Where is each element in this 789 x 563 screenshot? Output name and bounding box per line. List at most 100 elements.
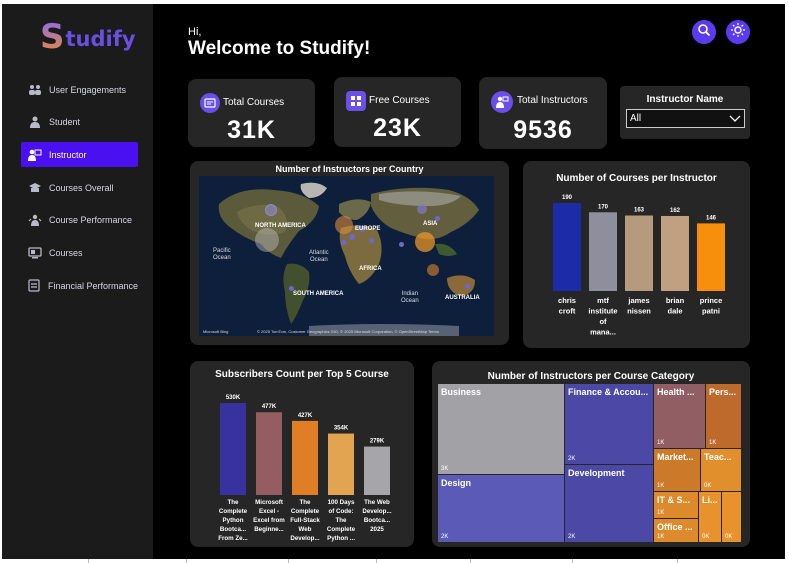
treemap-tile-value: 0K: [725, 534, 733, 540]
data-label: 530K: [226, 395, 241, 401]
treemap-tile[interactable]: Health ... 1K: [654, 384, 705, 448]
data-label: 162: [670, 208, 681, 214]
continent-label: ASIA: [423, 221, 438, 227]
treemap-tile-label: Market...: [657, 452, 694, 462]
graduation-cap-icon: [27, 181, 43, 195]
bar[interactable]: [697, 223, 725, 291]
sun-icon: [730, 22, 746, 43]
kpi-label: Free Courses: [369, 95, 430, 106]
student-icon: [27, 115, 43, 129]
courses-icon: [27, 246, 43, 260]
courses-per-instructor-card: Number of Courses per Instructor 190 chri…: [523, 161, 750, 348]
chevron-down-icon: [729, 115, 741, 123]
sidebar-item-user-engagements[interactable]: User Engagements: [21, 77, 138, 102]
bar[interactable]: [328, 433, 354, 495]
studify-logo: S tudify: [40, 19, 136, 55]
treemap-tile[interactable]: Pers... 1K: [706, 384, 741, 448]
subscribers-chart: 530K The Complete Python Bootca... From Ze...…: [218, 395, 392, 542]
sidebar-item-courses[interactable]: Courses: [21, 240, 138, 265]
bar[interactable]: [625, 215, 653, 291]
treemap-tile[interactable]: IT & S... 1K: [654, 492, 698, 518]
data-label: 354K: [334, 426, 349, 432]
treemap-tile[interactable]: Teac... 0K: [701, 449, 741, 491]
sidebar-item-student[interactable]: Student: [21, 109, 138, 134]
ruler-tick: [288, 559, 289, 563]
treemap-tile-value: 1K: [657, 510, 665, 516]
bar[interactable]: [661, 215, 689, 291]
bar[interactable]: [553, 203, 581, 291]
map-bubble[interactable]: [465, 284, 470, 289]
ruler-tick: [88, 559, 89, 563]
data-label: 190: [562, 195, 573, 201]
treemap-tile-label: Office ...: [657, 522, 693, 532]
treemap-tile[interactable]: Li... 0K: [699, 492, 721, 542]
sidebar-item-label: Course Performance: [49, 214, 133, 225]
map-bubble[interactable]: [417, 204, 427, 214]
treemap-tile-label: Pers...: [709, 387, 737, 397]
map-bubble[interactable]: [369, 238, 374, 243]
continent-label: NORTH AMERICA: [255, 223, 306, 229]
category-label: The Complete Full-Stack Web Develop...: [290, 499, 320, 542]
sidebar-item-course-performance[interactable]: Course Performance: [21, 207, 138, 232]
map-bubble[interactable]: [415, 232, 435, 252]
bar[interactable]: [256, 412, 282, 495]
treemap-tile-value: 0K: [702, 534, 710, 540]
treemap-tile[interactable]: Office ... 1K: [654, 519, 698, 542]
treemap-tile-label: Teac...: [704, 452, 732, 462]
sidebar-item-financial-performance[interactable]: Financial Performance: [21, 273, 138, 298]
treemap-tile-label: Development: [568, 468, 625, 478]
treemap-tile[interactable]: Business 3K: [438, 384, 564, 474]
treemap-tile-label: Business: [441, 387, 482, 397]
bar[interactable]: [589, 212, 617, 291]
map-title: Number of Instructors per Country: [275, 164, 424, 174]
treemap-tile-label: Health ...: [657, 387, 695, 397]
continent-label: EUROPE: [355, 226, 381, 232]
sidebar-item-courses-overall[interactable]: Courses Overall: [21, 175, 138, 200]
treemap-tile[interactable]: Design 2K: [438, 475, 564, 542]
kpi-total-courses: Total Courses 31K: [188, 79, 315, 147]
search-icon: [697, 23, 711, 42]
instructor-name-slicer: Instructor Name All: [620, 86, 750, 139]
bar[interactable]: [292, 420, 318, 495]
treemap-tile-value: 3K: [441, 466, 449, 472]
bar[interactable]: [364, 446, 390, 495]
treemap-tile[interactable]: Development 2K: [565, 465, 653, 542]
bar[interactable]: [220, 403, 246, 495]
dropdown-value: All: [630, 113, 642, 124]
data-label: 477K: [262, 404, 277, 410]
map-bubble[interactable]: [399, 242, 404, 247]
sidebar-item-instructor[interactable]: Instructor: [21, 142, 138, 167]
map-bubble[interactable]: [427, 264, 439, 276]
treemap-tile-value: 2K: [568, 534, 576, 540]
chart-title: Number of Instructors per Course Categor…: [487, 371, 695, 382]
theme-toggle-button[interactable]: [726, 20, 750, 44]
search-button[interactable]: [692, 20, 716, 44]
treemap-tile[interactable]: Market... 1K: [654, 449, 700, 491]
continent-label: AUSTRALIA: [445, 295, 480, 301]
slicer-title: Instructor Name: [646, 94, 724, 105]
treemap-tile[interactable]: 0K: [722, 492, 741, 542]
ruler-tick: [677, 559, 678, 563]
kpi-value: 23K: [373, 114, 422, 142]
ruler-tick: [376, 559, 377, 563]
map-bubble[interactable]: [335, 216, 353, 234]
treemap-tile-label: Li...: [702, 495, 718, 505]
kpi-label: Total Instructors: [517, 95, 588, 106]
map-bubble[interactable]: [255, 228, 279, 252]
category-label: chris croft: [558, 296, 576, 316]
continent-label: SOUTH AMERICA: [293, 291, 344, 297]
category-label: The Web Develop... Bootca... 2025: [362, 499, 392, 533]
treemap-tile[interactable]: Finance & Accou... 2K: [565, 384, 653, 464]
instructor-name-dropdown[interactable]: All: [626, 109, 745, 128]
treemap-tile-value: 1K: [657, 440, 665, 446]
instructor-icon: [491, 91, 513, 113]
map-bubble[interactable]: [265, 204, 277, 216]
ocean-label: Atlantic Ocean: [309, 250, 329, 263]
data-label: 163: [634, 208, 645, 214]
map-bubble[interactable]: [341, 240, 346, 245]
map-bubble[interactable]: [349, 234, 355, 240]
category-label: The Complete Python Bootca... From Ze...: [218, 499, 248, 542]
world-map[interactable]: NORTH AMERICA EUROPE ASIA AFRICA SOUTH A…: [199, 176, 494, 336]
ruler-tick: [186, 559, 187, 563]
treemap-tile-value: 2K: [568, 456, 576, 462]
